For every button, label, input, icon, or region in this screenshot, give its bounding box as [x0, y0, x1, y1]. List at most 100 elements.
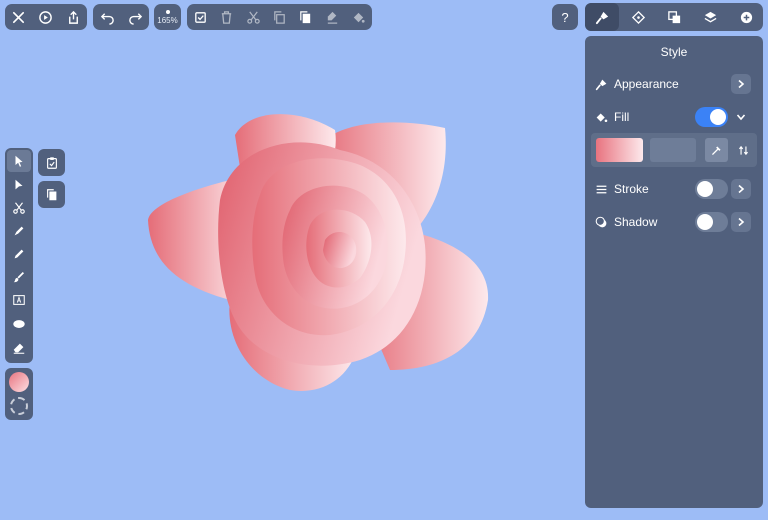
paste-button[interactable] [293, 4, 319, 30]
tool-palette [5, 148, 33, 363]
add-tab[interactable] [729, 3, 763, 31]
layers-tab[interactable] [693, 3, 727, 31]
text-tool[interactable] [7, 289, 31, 311]
chevron-down-icon [736, 114, 746, 121]
scissors-tool[interactable] [7, 197, 31, 219]
layers-icon [704, 11, 716, 22]
brush-style-icon [595, 11, 608, 24]
redo-button[interactable] [122, 4, 148, 30]
fill-toggle[interactable] [695, 107, 728, 127]
delete-button[interactable] [214, 4, 240, 30]
fill-collapse-button[interactable] [731, 107, 751, 127]
lines-icon [594, 182, 608, 196]
stroke-row[interactable]: Stroke [585, 176, 763, 202]
ellipse-icon [13, 320, 25, 328]
zoom-indicator[interactable]: 165% [154, 4, 181, 30]
add-circle-icon [740, 11, 752, 23]
cut-button[interactable] [240, 4, 266, 30]
copy-button[interactable] [266, 4, 292, 30]
history-toolbar [93, 4, 149, 30]
eyedropper-icon [711, 145, 721, 155]
eraser-tool[interactable] [7, 337, 31, 359]
zoom-level: 165% [157, 15, 178, 25]
style-tab[interactable] [585, 3, 619, 31]
close-icon [13, 11, 25, 23]
diamond-node-icon [631, 10, 645, 24]
brush-tool[interactable] [7, 266, 31, 288]
chevron-right-icon [738, 184, 745, 194]
redo-icon [128, 12, 142, 25]
appearance-row[interactable]: Appearance [585, 71, 763, 97]
fill-label: Fill [614, 110, 630, 124]
stroke-color-swatch[interactable] [10, 397, 28, 415]
toggle-knob [710, 109, 726, 125]
appearance-expand-button[interactable] [731, 74, 751, 94]
file-toolbar [5, 4, 87, 30]
paste-icon [300, 10, 311, 23]
stroke-toggle[interactable] [695, 179, 728, 199]
direct-select-tool[interactable] [7, 174, 31, 196]
ellipse-tool[interactable] [7, 313, 31, 335]
zoom-dot-icon [165, 9, 170, 14]
help-button[interactable]: ? [552, 4, 578, 30]
fill-gradient-swatch[interactable] [596, 138, 643, 162]
stroke-expand-button[interactable] [731, 179, 751, 199]
panel-title: Style [660, 45, 688, 59]
toggle-knob [697, 214, 713, 230]
shadow-label: Shadow [614, 215, 658, 229]
arrange-tab[interactable] [657, 3, 691, 31]
style-panel: Style Appearance Fill Stroke Shadow [585, 36, 763, 508]
shadow-toggle[interactable] [695, 212, 728, 232]
paint-bucket-icon [354, 12, 365, 23]
pencil-tool[interactable] [7, 243, 31, 265]
fill-color-swatch[interactable] [9, 372, 29, 392]
arrow-cursor-icon [15, 155, 23, 167]
clipboard-select-button[interactable] [38, 149, 65, 176]
swap-gradient-button[interactable] [732, 138, 755, 162]
brush-icon [13, 272, 24, 283]
shadow-row[interactable]: Shadow [585, 209, 763, 235]
node-cursor-icon [15, 179, 23, 190]
pen-tool[interactable] [7, 220, 31, 242]
pencil-icon [14, 249, 24, 259]
chevron-right-icon [738, 217, 745, 227]
appearance-label: Appearance [614, 77, 679, 91]
toggle-knob [697, 181, 713, 197]
shadow-expand-button[interactable] [731, 212, 751, 232]
eyedropper-button[interactable] [705, 138, 728, 162]
duplicate-icon [46, 188, 56, 200]
history-button[interactable] [33, 4, 59, 30]
trash-icon [221, 10, 232, 24]
action-toolbar [187, 4, 372, 30]
history-icon [39, 10, 53, 24]
select-tool[interactable] [7, 150, 31, 172]
select-all-button[interactable] [187, 4, 213, 30]
text-box-icon [13, 295, 25, 305]
panel-tabs [585, 3, 763, 31]
fill-options [591, 133, 757, 167]
clipboard-check-icon [46, 156, 57, 169]
secondary-color-swatch[interactable] [650, 138, 696, 162]
paste-style-icon [327, 11, 337, 24]
share-button[interactable] [60, 4, 86, 30]
fill-bucket-button[interactable] [346, 4, 372, 30]
undo-icon [100, 12, 114, 25]
paste-style-button[interactable] [319, 4, 345, 30]
share-icon [68, 10, 78, 24]
fill-row: Fill [585, 104, 763, 130]
geometry-tab[interactable] [621, 3, 655, 31]
pen-icon [14, 226, 24, 236]
paint-bucket-icon [594, 110, 608, 124]
swap-icon [738, 145, 749, 155]
close-button[interactable] [6, 4, 32, 30]
copy-icon [274, 10, 285, 24]
shadow-icon [594, 215, 608, 229]
eraser-icon [13, 343, 25, 354]
duplicate-button[interactable] [38, 181, 65, 208]
brush-icon [594, 77, 608, 91]
chevron-right-icon [738, 79, 745, 89]
select-check-icon [194, 11, 206, 23]
undo-button[interactable] [94, 4, 120, 30]
color-well [5, 368, 33, 420]
stroke-label: Stroke [614, 182, 649, 196]
